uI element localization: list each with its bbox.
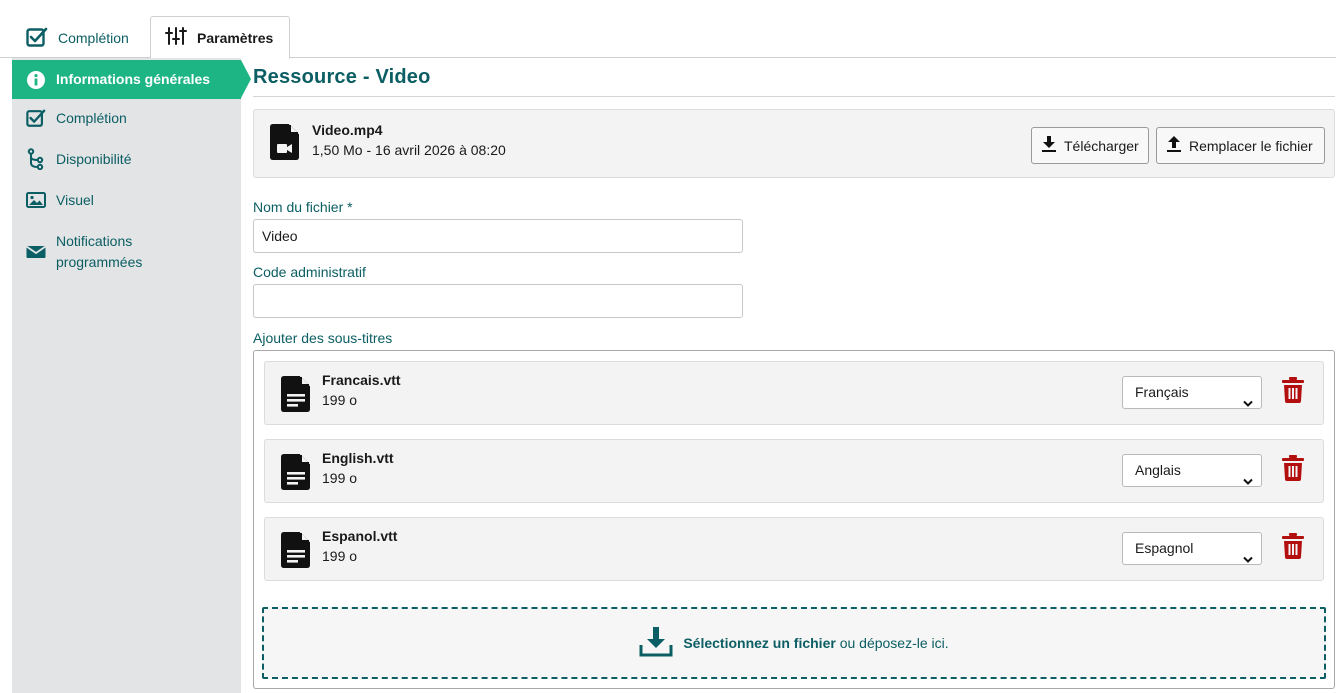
sidebar-item-visuel[interactable]: Visuel	[12, 190, 241, 211]
download-tray-icon	[639, 626, 673, 660]
chevron-down-icon	[1243, 544, 1253, 575]
delete-subtitle-button[interactable]	[1282, 533, 1304, 562]
subtitles-label: Ajouter des sous-titres	[253, 330, 393, 346]
select-file-link[interactable]: Sélectionnez un fichier	[683, 635, 835, 651]
sidebar-item-notifications-programmees[interactable]: Notifications programmées	[12, 231, 241, 273]
file-card: Video.mp4 1,50 Mo - 16 avril 2026 à 08:2…	[253, 109, 1335, 178]
subtitle-language-value: Espagnol	[1135, 540, 1194, 556]
trash-icon	[1282, 455, 1304, 481]
admin-code-label: Code administratif	[253, 264, 366, 280]
subtitle-file-size: 199 o	[322, 470, 358, 486]
tab-completion[interactable]: Complétion	[12, 20, 148, 56]
chevron-down-icon	[1243, 466, 1253, 497]
subtitle-file-name: Espanol.vtt	[322, 528, 398, 544]
dropzone-hint: ou déposez-le ici.	[835, 635, 949, 651]
trash-icon	[1282, 533, 1304, 559]
download-button[interactable]: Télécharger	[1031, 127, 1149, 164]
admin-code-input[interactable]	[253, 284, 743, 318]
subtitle-language-value: Anglais	[1135, 462, 1181, 478]
text-file-icon	[281, 532, 311, 571]
envelope-icon	[26, 242, 46, 262]
file-meta: 1,50 Mo - 16 avril 2026 à 08:20	[312, 142, 506, 158]
sidebar-item-label: Notifications programmées	[56, 231, 142, 273]
subtitle-file-size: 199 o	[322, 548, 358, 564]
file-dropzone[interactable]: Sélectionnez un fichier ou déposez-le ic…	[262, 607, 1326, 679]
branch-icon	[26, 148, 46, 170]
sidebar: Informations générales Complétion Dispon…	[12, 58, 251, 693]
top-tabs: Complétion Paramètres	[0, 0, 1336, 59]
replace-file-button[interactable]: Remplacer le fichier	[1156, 127, 1325, 164]
text-file-icon	[281, 454, 311, 493]
subtitle-file-name: English.vtt	[322, 450, 394, 466]
checkbox-icon	[26, 108, 46, 128]
text-file-icon	[281, 376, 311, 415]
download-button-label: Télécharger	[1064, 137, 1139, 154]
checkbox-icon	[26, 27, 48, 50]
replace-file-button-label: Remplacer le fichier	[1189, 137, 1313, 154]
subtitle-language-select[interactable]: Français	[1122, 376, 1262, 409]
sidebar-item-completion[interactable]: Complétion	[12, 108, 241, 129]
sidebar-item-label: Informations générales	[56, 71, 211, 87]
delete-subtitle-button[interactable]	[1282, 377, 1304, 406]
sidebar-item-label: Visuel	[56, 192, 94, 208]
subtitle-row: English.vtt 199 o Anglais	[264, 439, 1324, 503]
delete-subtitle-button[interactable]	[1282, 455, 1304, 484]
download-icon	[1042, 136, 1056, 155]
info-icon	[26, 70, 46, 90]
trash-icon	[1282, 377, 1304, 403]
image-icon	[26, 190, 46, 210]
subtitle-language-select[interactable]: Espagnol	[1122, 532, 1262, 565]
tab-parametres-label: Paramètres	[197, 29, 274, 46]
video-file-icon	[270, 124, 300, 163]
tab-completion-label: Complétion	[58, 30, 129, 46]
subtitle-file-name: Francais.vtt	[322, 372, 401, 388]
sidebar-item-label: Complétion	[56, 110, 127, 126]
file-name: Video.mp4	[312, 122, 383, 138]
filename-input[interactable]	[253, 219, 743, 253]
subtitle-row: Francais.vtt 199 o Français	[264, 361, 1324, 425]
chevron-down-icon	[1243, 388, 1253, 419]
subtitle-language-select[interactable]: Anglais	[1122, 454, 1262, 487]
sidebar-item-label: Disponibilité	[56, 151, 132, 167]
sidebar-item-label-line2: programmées	[56, 254, 143, 270]
subtitle-file-size: 199 o	[322, 392, 358, 408]
tab-parametres[interactable]: Paramètres	[150, 16, 290, 59]
upload-icon	[1167, 136, 1181, 155]
sidebar-item-informations-generales[interactable]: Informations générales	[12, 60, 251, 99]
sidebar-item-disponibilite[interactable]: Disponibilité	[12, 148, 241, 170]
sliders-icon	[165, 26, 187, 49]
filename-label: Nom du fichier *	[253, 199, 353, 215]
subtitles-box: Francais.vtt 199 o Français English.vtt …	[253, 350, 1335, 689]
subtitle-language-value: Français	[1135, 384, 1189, 400]
page-title: Ressource - Video	[253, 66, 1335, 97]
subtitle-row: Espanol.vtt 199 o Espagnol	[264, 517, 1324, 581]
sidebar-item-label-line1: Notifications	[56, 233, 133, 249]
